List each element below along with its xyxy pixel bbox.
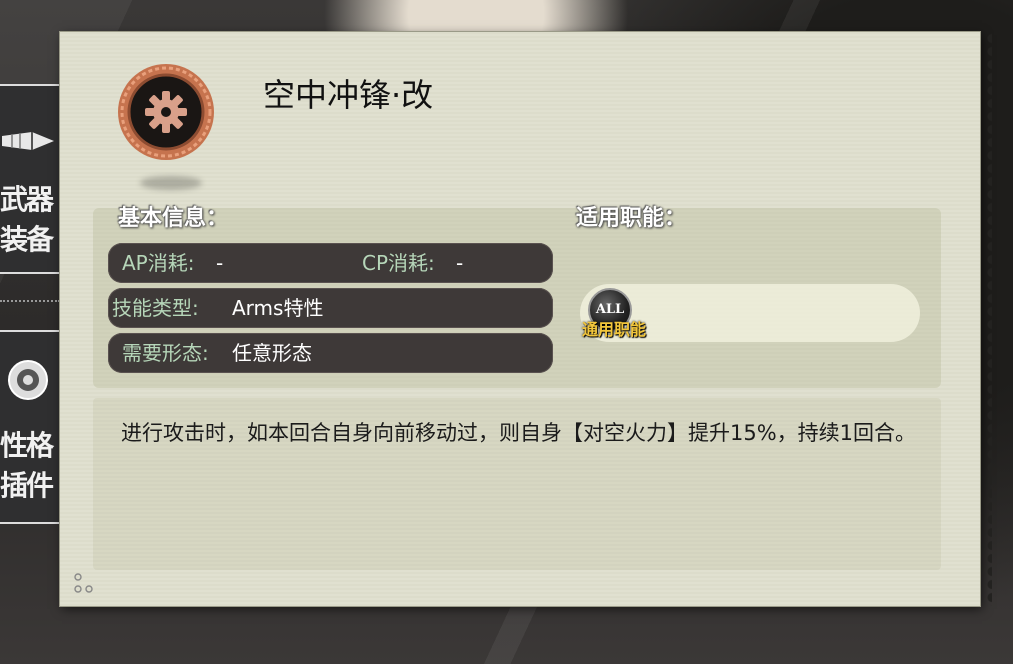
personality-label: 性格 [0,429,54,462]
plugin-label: 插件 [0,469,54,502]
ap-cost-value: - [216,251,224,275]
cost-row: AP消耗: - CP消耗: - [108,243,553,283]
gear-icon [118,64,214,160]
corner-dots-icon [74,573,93,593]
all-roles-badge[interactable]: ALL 通用职能 [582,286,666,346]
personality-plugin-tab[interactable]: 性格 插件 [0,330,62,524]
icon-shadow [140,176,202,190]
required-form-value: 任意形态 [232,341,312,365]
cp-cost-value: - [456,251,464,275]
applicable-roles-heading: 适用职能： [576,205,687,231]
required-form-row: 需要形态: 任意形态 [108,333,553,373]
skill-type-value: Arms特性 [232,296,324,320]
wheel-icon [8,360,48,400]
weapon-equipment-tab[interactable]: 武器 装备 [0,84,62,274]
menu-divider [0,300,60,302]
ap-cost-label: AP消耗: [122,251,195,275]
cp-cost-label: CP消耗: [362,251,435,275]
basic-info-heading: 基本信息： [118,205,229,231]
all-roles-caption: 通用职能 [582,320,647,339]
card-perforation [978,32,992,606]
skill-description: 进行攻击时，如本回合自身向前移动过，则自身【对空火力】提升15%，持续1回合。 [121,421,917,445]
skill-detail-card: 空中冲锋·改 基本信息： 适用职能： AP消耗: - CP消耗: - 技能类型:… [60,32,992,606]
skill-name: 空中冲锋·改 [263,76,434,114]
required-form-label: 需要形态: [122,341,209,365]
skill-type-label: 技能类型: [112,296,199,320]
weapon-label: 武器 [0,183,54,216]
skill-type-row: 技能类型: Arms特性 [108,288,553,328]
bullet-icon [2,132,54,150]
equipment-label: 装备 [0,223,54,256]
